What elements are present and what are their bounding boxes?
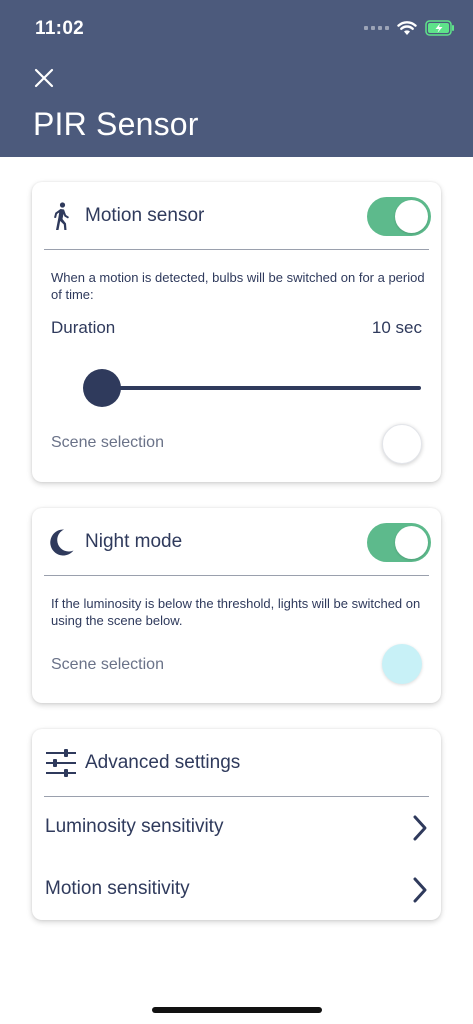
battery-charging-icon (425, 20, 454, 36)
motion-sensitivity-row[interactable]: Motion sensitivity (32, 860, 441, 920)
night-description: If the luminosity is below the threshold… (51, 596, 421, 628)
chevron-right-icon (413, 815, 427, 841)
night-mode-header: Night mode (32, 508, 441, 576)
motion-sensitivity-label: Motion sensitivity (45, 878, 190, 899)
duration-value: 10 sec (371, 318, 422, 337)
chevron-right-icon (413, 877, 427, 903)
divider (44, 575, 429, 576)
moon-icon (50, 529, 74, 556)
luminosity-sensitivity-label: Luminosity sensitivity (45, 816, 224, 837)
motion-sensor-header: Motion sensor (32, 182, 441, 250)
divider (44, 249, 429, 250)
motion-sensor-toggle[interactable] (367, 197, 431, 236)
duration-label: Duration (51, 318, 116, 337)
slider-thumb[interactable] (83, 369, 121, 407)
advanced-settings-card: Advanced settings Luminosity sensitivity… (32, 729, 441, 920)
night-mode-title: Night mode (85, 531, 183, 552)
motion-scene-label: Scene selection (51, 434, 164, 451)
motion-description: When a motion is detected, bulbs will be… (51, 270, 425, 302)
slider-track (101, 386, 421, 390)
night-mode-toggle[interactable] (367, 523, 431, 562)
advanced-settings-header: Advanced settings (32, 729, 441, 797)
motion-sensor-title: Motion sensor (85, 205, 205, 226)
toggle-knob (395, 526, 428, 559)
night-scene-selector[interactable] (382, 644, 422, 684)
page-title: PIR Sensor (33, 106, 199, 142)
home-indicator[interactable] (152, 1007, 322, 1013)
status-time: 11:02 (35, 18, 85, 39)
wifi-icon (397, 20, 417, 35)
advanced-settings-title: Advanced settings (85, 752, 241, 773)
signal-icon (364, 26, 389, 30)
duration-slider[interactable] (83, 368, 421, 408)
walking-person-icon (54, 202, 69, 230)
luminosity-sensitivity-row[interactable]: Luminosity sensitivity (32, 798, 441, 858)
night-scene-label: Scene selection (51, 656, 164, 673)
app-header: 11:02 PIR Sensor (0, 0, 473, 157)
sliders-icon (46, 749, 76, 777)
night-mode-card: Night mode If the luminosity is below th… (32, 508, 441, 703)
toggle-knob (395, 200, 428, 233)
motion-scene-selector[interactable] (382, 424, 422, 464)
divider (44, 796, 429, 797)
motion-sensor-card: Motion sensor When a motion is detected,… (32, 182, 441, 482)
close-icon[interactable] (32, 66, 56, 90)
status-icons (364, 20, 455, 36)
